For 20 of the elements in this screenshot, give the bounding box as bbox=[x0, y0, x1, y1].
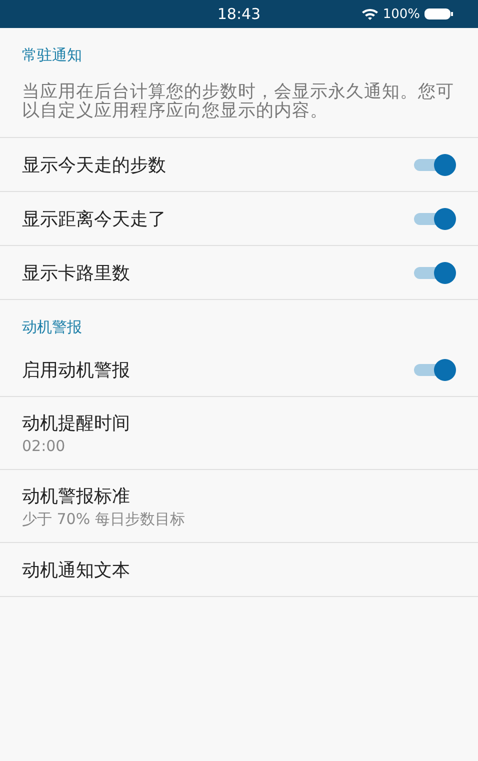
setting-label: 显示距离今天走了 bbox=[22, 208, 166, 230]
setting-value: 少于 70% 每日步数目标 bbox=[22, 510, 185, 528]
setting-value: 02:00 bbox=[22, 437, 66, 455]
section-header: 常驻通知 bbox=[21, 45, 83, 66]
toggle-switch[interactable] bbox=[412, 152, 456, 176]
battery-percent: 100% bbox=[382, 6, 420, 22]
battery-icon bbox=[424, 8, 454, 20]
toggle-switch[interactable] bbox=[412, 260, 456, 284]
section-description: 当应用在后台计算您的步数时，会显示永久通知。您可以自定义应用程序应向您显示的内容。 bbox=[21, 81, 455, 123]
setting-label: 启用动机警报 bbox=[22, 358, 130, 382]
setting-label: 显示今天走的步数 bbox=[22, 154, 166, 176]
setting-label[interactable]: 动机警报标准 bbox=[22, 484, 185, 508]
wifi-icon bbox=[360, 7, 379, 21]
setting-label[interactable]: 动机通知文本 bbox=[22, 558, 130, 582]
toggle-switch[interactable] bbox=[412, 206, 456, 230]
toggle-switch[interactable] bbox=[412, 358, 456, 382]
setting-label[interactable]: 动机提醒时间 bbox=[22, 411, 130, 435]
setting-label: 显示卡路里数 bbox=[22, 262, 130, 284]
clock-time: 18:43 bbox=[217, 5, 261, 23]
section-header: 动机警报 bbox=[21, 317, 83, 338]
